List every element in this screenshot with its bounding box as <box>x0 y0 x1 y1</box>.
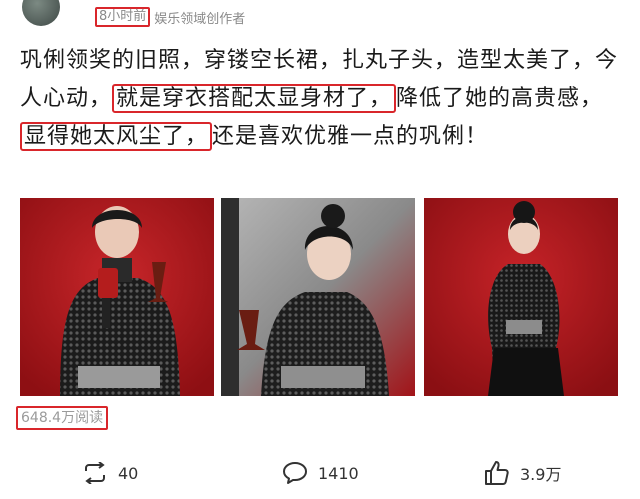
post-photo-3[interactable] <box>424 198 618 396</box>
read-count: 648.4万阅读 <box>16 406 109 430</box>
comment-count: 1410 <box>318 463 359 483</box>
action-bar: 40 1410 3.9万 <box>0 450 640 496</box>
like-icon <box>484 460 510 486</box>
repost-icon <box>82 460 108 486</box>
post-meta: 8小时前 娱乐领域创作者 <box>95 7 245 27</box>
post-text-part-3: 还是喜欢优雅一点的巩俐！ <box>212 124 489 149</box>
author-avatar[interactable] <box>22 0 60 26</box>
post-photo-2[interactable] <box>221 198 415 396</box>
comment-icon <box>282 460 308 486</box>
post-highlight-1: 就是穿衣搭配太显身材了， <box>112 84 397 113</box>
post-text: 巩俐领奖的旧照，穿镂空长裙，扎丸子头，造型太美了，今人心动， 就是穿衣搭配太显身材… <box>20 42 630 156</box>
post-highlight-2: 显得她太风尘了， <box>20 122 213 151</box>
like-button[interactable]: 3.9万 <box>484 450 561 496</box>
like-count: 3.9万 <box>520 465 562 484</box>
post-text-part-2: 降低了她的高贵感， <box>396 86 604 111</box>
repost-button[interactable]: 40 <box>82 450 138 496</box>
comment-button[interactable]: 1410 <box>282 450 359 496</box>
author-source: 娱乐领域创作者 <box>154 11 246 27</box>
post-time: 8小时前 <box>95 7 151 27</box>
repost-count: 40 <box>118 463 139 483</box>
post-photo-1[interactable] <box>20 198 214 396</box>
